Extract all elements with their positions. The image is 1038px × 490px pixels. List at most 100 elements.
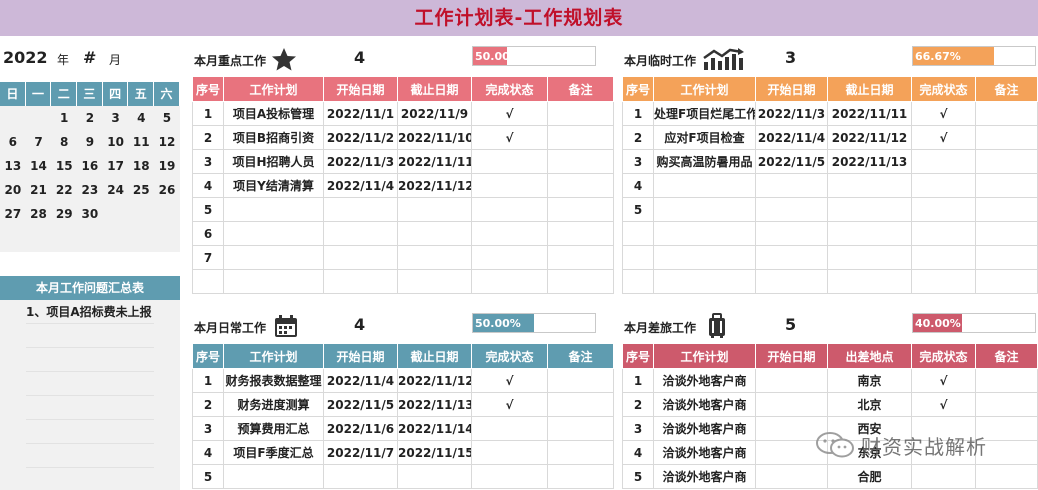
table-cell[interactable]: 5 (192, 464, 224, 489)
table-cell[interactable] (755, 221, 828, 246)
table-cell[interactable] (547, 245, 614, 270)
calendar-day[interactable]: 29 (51, 202, 77, 226)
table-cell[interactable]: 2022/11/3 (755, 101, 828, 126)
month-value[interactable]: # (83, 48, 96, 67)
table-cell[interactable]: 2022/11/12 (397, 368, 472, 393)
table-cell[interactable]: 项目A投标管理 (223, 101, 324, 126)
calendar-day[interactable]: 24 (103, 178, 129, 202)
table-cell[interactable] (827, 245, 912, 270)
table-cell[interactable]: 2 (192, 125, 224, 150)
table-cell[interactable] (192, 269, 224, 294)
table-cell[interactable]: 洽谈外地客户商 (653, 368, 756, 393)
table-cell[interactable] (547, 149, 614, 174)
calendar-day[interactable]: 26 (154, 178, 180, 202)
table-cell[interactable] (471, 440, 548, 465)
table-cell[interactable] (547, 440, 614, 465)
table-cell[interactable]: 3 (192, 149, 224, 174)
table-cell[interactable]: 2022/11/11 (827, 101, 912, 126)
table-cell[interactable] (975, 392, 1038, 417)
table-cell[interactable]: 2022/11/6 (323, 416, 398, 441)
table-cell[interactable]: √ (911, 368, 976, 393)
table-cell[interactable]: 2 (192, 392, 224, 417)
calendar-day[interactable]: 18 (128, 154, 154, 178)
table-cell[interactable]: 预算费用汇总 (223, 416, 324, 441)
table-cell[interactable]: √ (911, 392, 976, 417)
table-cell[interactable]: 2022/11/3 (323, 149, 398, 174)
calendar-day[interactable]: 20 (0, 178, 26, 202)
table-cell[interactable] (975, 269, 1038, 294)
table-cell[interactable] (622, 269, 654, 294)
calendar-day[interactable]: 2 (77, 106, 103, 130)
table-cell[interactable]: 2022/11/12 (827, 125, 912, 150)
table-cell[interactable]: 2022/11/4 (323, 368, 398, 393)
table-cell[interactable] (975, 125, 1038, 150)
table-cell[interactable]: 购买高温防暑用品 (653, 149, 756, 174)
calendar-day[interactable]: 7 (26, 130, 52, 154)
table-cell[interactable] (223, 464, 324, 489)
table-cell[interactable] (471, 416, 548, 441)
table-cell[interactable]: 4 (622, 173, 654, 198)
calendar-day[interactable]: 22 (51, 178, 77, 202)
calendar-day[interactable]: 14 (26, 154, 52, 178)
table-cell[interactable]: 应对F项目检查 (653, 125, 756, 150)
year-value[interactable]: 2022 (3, 48, 48, 67)
table-cell[interactable] (471, 221, 548, 246)
calendar-day[interactable]: 12 (154, 130, 180, 154)
table-cell[interactable] (547, 464, 614, 489)
table-cell[interactable]: 处理F项目烂尾工作 (653, 101, 756, 126)
table-cell[interactable]: 项目F季度汇总 (223, 440, 324, 465)
table-cell[interactable]: √ (911, 101, 976, 126)
table-cell[interactable] (547, 173, 614, 198)
table-cell[interactable]: 北京 (827, 392, 912, 417)
table-cell[interactable] (323, 221, 398, 246)
table-cell[interactable]: 2022/11/5 (323, 392, 398, 417)
calendar-day[interactable]: 15 (51, 154, 77, 178)
table-cell[interactable] (323, 197, 398, 222)
table-cell[interactable] (911, 269, 976, 294)
table-cell[interactable] (622, 245, 654, 270)
calendar-day[interactable]: 16 (77, 154, 103, 178)
table-cell[interactable]: 2022/11/7 (323, 440, 398, 465)
calendar-day[interactable]: 25 (128, 178, 154, 202)
table-cell[interactable]: 2022/11/10 (397, 125, 472, 150)
table-cell[interactable] (975, 245, 1038, 270)
table-cell[interactable]: 3 (622, 149, 654, 174)
table-cell[interactable] (471, 149, 548, 174)
table-cell[interactable]: √ (911, 125, 976, 150)
table-cell[interactable]: 2022/11/5 (755, 149, 828, 174)
calendar-day[interactable]: 28 (26, 202, 52, 226)
table-cell[interactable]: 2022/11/2 (323, 125, 398, 150)
table-cell[interactable] (653, 173, 756, 198)
table-cell[interactable] (755, 269, 828, 294)
table-cell[interactable] (755, 173, 828, 198)
table-cell[interactable] (323, 245, 398, 270)
table-cell[interactable] (653, 269, 756, 294)
table-cell[interactable] (471, 245, 548, 270)
calendar-day[interactable]: 17 (103, 154, 129, 178)
table-cell[interactable] (911, 464, 976, 489)
calendar-day[interactable]: 13 (0, 154, 26, 178)
table-cell[interactable]: 洽谈外地客户商 (653, 464, 756, 489)
table-cell[interactable]: 合肥 (827, 464, 912, 489)
table-cell[interactable]: 2022/11/9 (397, 101, 472, 126)
table-cell[interactable]: 项目B招商引资 (223, 125, 324, 150)
table-cell[interactable]: 2 (622, 392, 654, 417)
table-cell[interactable]: 财务报表数据整理 (223, 368, 324, 393)
calendar-day[interactable]: 23 (77, 178, 103, 202)
table-cell[interactable] (755, 368, 828, 393)
table-cell[interactable]: 项目H招聘人员 (223, 149, 324, 174)
table-cell[interactable] (827, 173, 912, 198)
table-cell[interactable]: 1 (192, 101, 224, 126)
calendar-day[interactable]: 5 (154, 106, 180, 130)
table-cell[interactable]: 洽谈外地客户商 (653, 392, 756, 417)
table-cell[interactable] (653, 221, 756, 246)
calendar-day[interactable]: 9 (77, 130, 103, 154)
calendar-day[interactable]: 21 (26, 178, 52, 202)
table-cell[interactable]: √ (471, 368, 548, 393)
table-cell[interactable]: √ (471, 101, 548, 126)
table-cell[interactable] (471, 269, 548, 294)
table-cell[interactable]: 6 (192, 221, 224, 246)
calendar-day[interactable]: 1 (51, 106, 77, 130)
table-cell[interactable] (975, 149, 1038, 174)
table-cell[interactable] (975, 197, 1038, 222)
